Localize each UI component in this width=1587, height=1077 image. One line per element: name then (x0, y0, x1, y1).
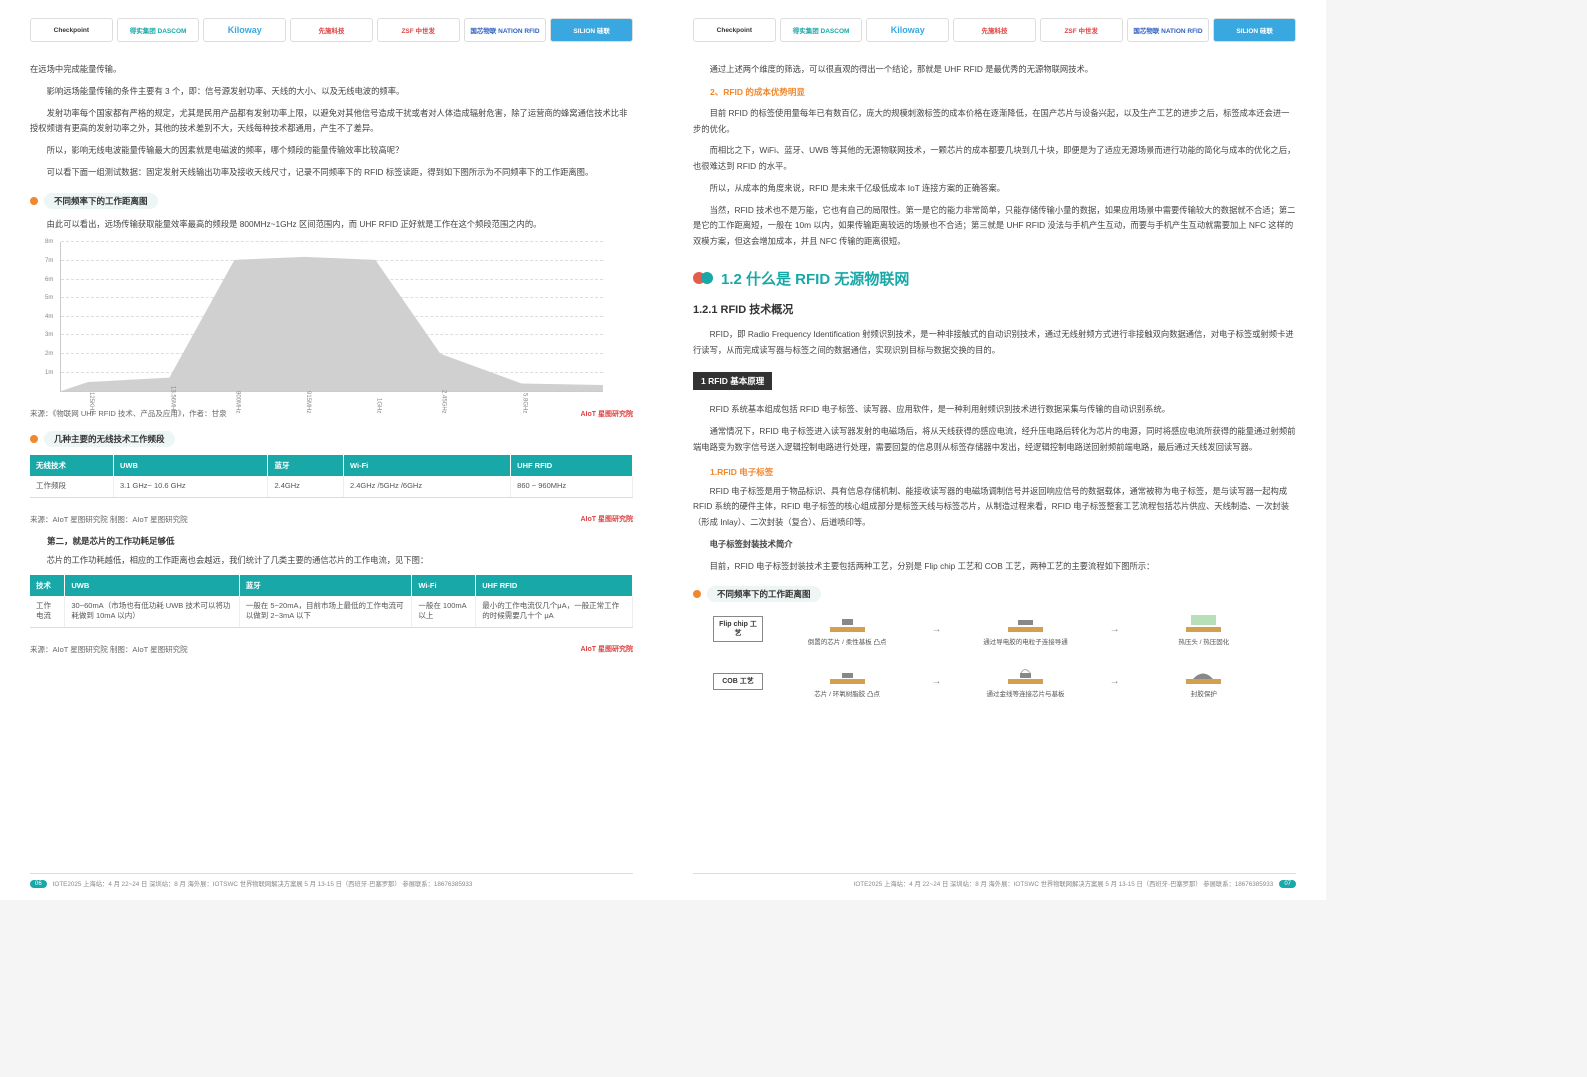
para: 目前，RFID 电子标签封装技术主要包括两种工艺，分别是 Flip chip 工… (693, 559, 1296, 575)
para: 芯片的工作功耗越低，相应的工作距离也会越远，我们统计了几类主要的通信芯片的工作电… (30, 553, 633, 569)
para: 由此可以看出，远场传输获取能量效率最高的频段是 800MHz~1GHz 区间范围… (30, 217, 633, 233)
logo: SILION 硅联 (1213, 18, 1296, 42)
sub-heading: 第二，就是芯片的工作功耗足够低 (30, 535, 633, 547)
figure-heading: 不同频率下的工作距离图 (30, 193, 633, 209)
logo: SILION 硅联 (550, 18, 633, 42)
bullet-icon (30, 197, 38, 205)
para: 可以看下面一组测试数据：固定发射天线输出功率及接收天线尺寸，记录不同频率下的 R… (30, 165, 633, 181)
sponsor-logos: Checkpoint 得实集团 DASCOM Kiloway 先施科技 ZSF … (30, 18, 633, 42)
circle-icon (701, 272, 713, 284)
logo: 先施科技 (953, 18, 1036, 42)
para: RFID 系统基本组成包括 RFID 电子标签、读写器、应用软件，是一种利用射频… (693, 402, 1296, 418)
source: 来源：《物联网 UHF RFID 技术、产品及应用》，作者：甘泉AIoT 星图研… (30, 408, 633, 419)
para: 所以，影响无线电波能量传输最大的因素就是电磁波的频率，哪个频段的能量传输效率比较… (30, 143, 633, 159)
footer: IOTE2025 上海站：4 月 22~24 日 深圳站：8 月 海外展：IOT… (693, 873, 1296, 888)
logo: 国芯物联 NATION RFID (464, 18, 547, 42)
logo: ZSF 中世发 (377, 18, 460, 42)
logo: ZSF 中世发 (1040, 18, 1123, 42)
current-table: 技术UWB蓝牙Wi-FiUHF RFID 工作电流30~60mA（市场也有低功耗… (30, 575, 633, 628)
para: 发射功率每个国家都有严格的规定，尤其是民用产品都有发射功率上限，以避免对其他信号… (30, 106, 633, 138)
logo: 得实集团 DASCOM (780, 18, 863, 42)
para: 在远场中完成能量传输。 (30, 62, 633, 78)
logo: Checkpoint (30, 18, 113, 42)
logo: 先施科技 (290, 18, 373, 42)
source: 来源：AIoT 星图研究院 制图：AIoT 星图研究院AIoT 星图研究院 (30, 514, 633, 525)
bullet-icon (30, 435, 38, 443)
figure-heading: 不同频率下的工作距离图 (693, 586, 1296, 602)
arrow-icon: → (1110, 624, 1120, 635)
arrow-icon: → (931, 624, 941, 635)
distance-chart: 1m 2m 3m 4m 5m 6m 7m 8m 125KHz 13.56MHz … (60, 242, 603, 392)
para: 所以，从成本的角度来说，RFID 是未来千亿级低成本 IoT 连接方案的正确答案… (693, 181, 1296, 197)
para: 目前 RFID 的标签使用量每年已有数百亿，庞大的规模刺激标签的成本价格在逐渐降… (693, 106, 1296, 138)
logo: Checkpoint (693, 18, 776, 42)
figure-heading: 几种主要的无线技术工作频段 (30, 431, 633, 447)
arrow-icon: → (1110, 676, 1120, 687)
bold-para: 电子标签封装技术简介 (693, 537, 1296, 553)
para: 通常情况下，RFID 电子标签进入读写器发射的电磁场后，将从天线获得的感应电流，… (693, 424, 1296, 456)
source: 来源：AIoT 星图研究院 制图：AIoT 星图研究院AIoT 星图研究院 (30, 644, 633, 655)
para: 当然，RFID 技术也不是万能，它也有自己的局限性。第一是它的能力非常简单，只能… (693, 203, 1296, 250)
logo: Kiloway (866, 18, 949, 42)
sponsor-logos: Checkpoint 得实集团 DASCOM Kiloway 先施科技 ZSF … (693, 18, 1296, 42)
para: RFID 电子标签是用于物品标识、具有信息存储机制、能接收读写器的电磁场调制信号… (693, 484, 1296, 531)
logo: 得实集团 DASCOM (117, 18, 200, 42)
bullet-icon (693, 590, 701, 598)
para: RFID，即 Radio Frequency Identification 射频… (693, 327, 1296, 359)
orange-heading: 2、RFID 的成本优势明显 (693, 86, 1296, 98)
logo: 国芯物联 NATION RFID (1127, 18, 1210, 42)
page-right: Checkpoint 得实集团 DASCOM Kiloway 先施科技 ZSF … (663, 0, 1326, 900)
arrow-icon: → (931, 676, 941, 687)
freq-table: 无线技术UWB蓝牙Wi-FiUHF RFID 工作频段3.1 GHz~ 10.6… (30, 455, 633, 498)
orange-sub: 1.RFID 电子标签 (693, 466, 1296, 478)
para: 影响远场能量传输的条件主要有 3 个，即：信号源发射功率、天线的大小、以及无线电… (30, 84, 633, 100)
chart-area (61, 242, 603, 391)
logo: Kiloway (203, 18, 286, 42)
section-title: 1.2 什么是 RFID 无源物联网 (693, 268, 1296, 289)
black-box-heading: 1 RFID 基本原理 (693, 372, 772, 390)
para: 通过上述两个维度的筛选，可以很直观的得出一个结论，那就是 UHF RFID 是最… (693, 62, 1296, 78)
page-left: Checkpoint 得实集团 DASCOM Kiloway 先施科技 ZSF … (0, 0, 663, 900)
process-diagram: Flip chip 工艺 倒置的芯片 / 柔性基板 凸点 → 通过导电胶的电粒子… (713, 612, 1276, 698)
sub-section: 1.2.1 RFID 技术概况 (693, 301, 1296, 317)
para: 而相比之下，WiFi、蓝牙、UWB 等其他的无源物联网技术，一颗芯片的成本都要几… (693, 143, 1296, 175)
footer: 06 IOTE2025 上海站：4 月 22~24 日 深圳站：8 月 海外展：… (30, 873, 633, 888)
